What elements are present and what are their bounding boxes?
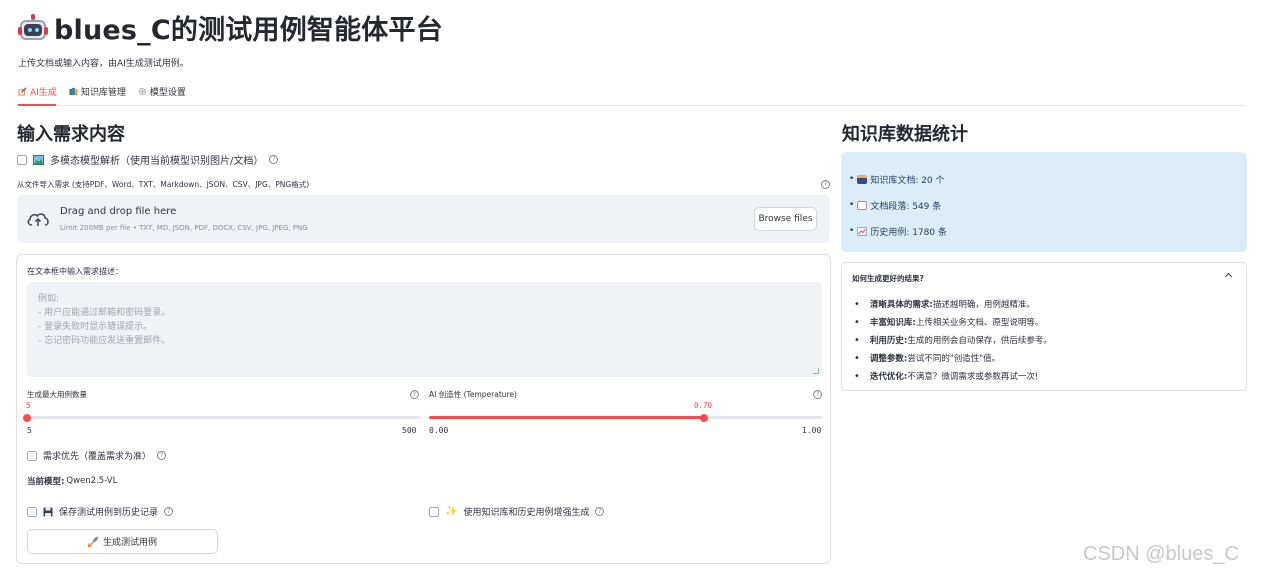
current-model-label: 当前模型: <box>27 477 65 487</box>
max-cases-min: 5 <box>27 426 32 435</box>
list-item: 调整参数: 尝试不同的"创造性"值。 <box>854 349 1052 367</box>
resize-handle[interactable] <box>813 368 819 374</box>
chart-icon <box>857 226 868 236</box>
page-title-bar: blues_C的测试用例智能体平台 <box>18 8 443 47</box>
robot-icon <box>18 13 48 43</box>
books-icon <box>69 87 78 95</box>
priority-checkbox[interactable] <box>27 450 37 461</box>
temperature-slider[interactable] <box>429 413 822 422</box>
multimodal-option[interactable]: 多模态模型解析（使用当前模型识别图片/文档） ? <box>17 152 279 167</box>
list-item: 迭代优化: 不满意？微调需求或参数再试一次! <box>854 367 1052 385</box>
tab-ai-generate[interactable]: AI生成 <box>18 84 57 98</box>
uploader-limit: Limit 200MB per file • TXT, MD, JSON, PD… <box>60 224 308 232</box>
cabinet-icon <box>857 174 868 184</box>
generate-label: 生成测试用例 <box>102 538 157 548</box>
picture-icon <box>33 154 44 165</box>
generate-button[interactable]: 生成测试用例 <box>27 529 218 554</box>
stats-heading: 知识库数据统计 <box>842 124 968 145</box>
temperature-fill <box>429 416 704 419</box>
enhance-checkbox[interactable] <box>429 506 439 517</box>
file-uploader[interactable]: Drag and drop file here Limit 200MB per … <box>17 195 830 243</box>
stats-panel: • 知识库文档: 20 个 • 文档段落: 549 条 • 历史用例: 1780… <box>841 152 1247 252</box>
priority-option[interactable]: 需求优先（覆盖需求为准） ? <box>27 449 167 462</box>
help-icon[interactable]: ? <box>269 155 279 164</box>
list-item: 清晰具体的需求: 描述越明确，用例越精准。 <box>854 295 1052 313</box>
tips-title: 如何生成更好的结果? <box>852 274 924 283</box>
generation-form: 在文本框中输入需求描述： 例如: - 用户应能通过邮箱和密码登录。 - 登录失败… <box>16 254 831 564</box>
chevron-up-icon[interactable] <box>1224 272 1233 281</box>
import-label: 从文件导入需求 (支持PDF、Word、TXT、Markdown、JSON、CS… <box>17 180 310 189</box>
help-icon[interactable]: ? <box>821 180 830 189</box>
placeholder-line: - 忘记密码功能应发送重置邮件。 <box>38 336 171 346</box>
floppy-disk-icon <box>43 507 53 516</box>
save-history-label: 保存测试用例到历史记录 <box>59 508 159 518</box>
stat-paragraphs: • 文档段落: 549 条 <box>849 200 942 212</box>
max-cases-label: 生成最大用例数量 <box>27 390 87 399</box>
stat-text: 历史用例: 1780 条 <box>870 227 947 238</box>
tab-label: 模型设置 <box>149 87 186 98</box>
stat-history: • 历史用例: 1780 条 <box>849 226 947 238</box>
temperature-max: 1.00 <box>802 426 822 435</box>
cloud-upload-icon <box>27 213 49 226</box>
tab-label: 知识库管理 <box>80 87 126 98</box>
multimodal-label: 多模态模型解析（使用当前模型识别图片/文档） <box>50 156 264 167</box>
help-icon[interactable]: ? <box>157 451 167 460</box>
temperature-min: 0.00 <box>429 426 449 435</box>
gear-icon <box>138 87 146 95</box>
current-model-value: Qwen2.5-VL <box>66 476 118 486</box>
help-icon[interactable]: ? <box>164 507 174 516</box>
help-icon[interactable]: ? <box>595 507 605 516</box>
stat-documents: • 知识库文档: 20 个 <box>849 174 945 186</box>
multimodal-checkbox[interactable] <box>17 154 27 165</box>
page-icon <box>857 200 868 210</box>
save-history-option[interactable]: 保存测试用例到历史记录 ? <box>27 505 174 518</box>
tips-list: 清晰具体的需求: 描述越明确，用例越精准。 丰富知识库: 上传相关业务文档、原型… <box>854 295 1052 385</box>
save-history-checkbox[interactable] <box>27 506 37 517</box>
max-cases-max: 500 <box>402 426 417 435</box>
stat-text: 知识库文档: 20 个 <box>870 175 945 186</box>
placeholder-line: 例如: <box>38 294 60 304</box>
watermark: CSDN @blues_C <box>1083 543 1239 565</box>
enhance-option[interactable]: ✨ 使用知识库和历史用例增强生成 ? <box>429 505 605 518</box>
priority-label: 需求优先（覆盖需求为准） <box>43 452 152 462</box>
input-heading: 输入需求内容 <box>17 124 125 145</box>
temperature-label: AI 创造性 (Temperature) <box>429 390 517 399</box>
tab-bar: AI生成 知识库管理 模型设置 <box>18 84 1246 106</box>
page-title: blues_C的测试用例智能体平台 <box>54 15 443 46</box>
placeholder-line: - 用户应能通过邮箱和密码登录。 <box>38 308 171 318</box>
temperature-value: 0.70 <box>694 401 713 410</box>
rocket-icon <box>87 536 99 547</box>
textarea-label: 在文本框中输入需求描述： <box>27 267 123 276</box>
tab-model-settings[interactable]: 模型设置 <box>138 84 186 98</box>
help-icon[interactable]: ? <box>813 390 822 399</box>
requirements-textarea[interactable]: 例如: - 用户应能通过邮箱和密码登录。 - 登录失败时显示错误提示。 - 忘记… <box>27 282 822 377</box>
max-cases-value: 5 <box>26 401 31 410</box>
temperature-thumb[interactable] <box>700 413 708 422</box>
current-model: 当前模型: Qwen2.5-VL <box>27 475 117 487</box>
tab-label: AI生成 <box>30 87 57 98</box>
enhance-label: 使用知识库和历史用例增强生成 <box>463 508 590 518</box>
active-tab-indicator <box>18 104 56 106</box>
sparkles-icon: ✨ <box>445 506 458 517</box>
stat-text: 文档段落: 549 条 <box>870 201 942 212</box>
max-cases-slider[interactable] <box>23 413 420 422</box>
list-item: 丰富知识库: 上传相关业务文档、原型说明等。 <box>854 313 1052 331</box>
list-item: 利用历史: 生成的用例会自动保存，供后续参考。 <box>854 331 1052 349</box>
pencil-icon <box>18 86 27 96</box>
tips-expander[interactable]: 如何生成更好的结果? 清晰具体的需求: 描述越明确，用例越精准。 丰富知识库: … <box>841 262 1247 391</box>
tab-knowledge-base[interactable]: 知识库管理 <box>69 84 126 98</box>
max-cases-thumb[interactable] <box>23 413 31 422</box>
placeholder-line: - 登录失败时显示错误提示。 <box>38 322 153 332</box>
browse-files-button[interactable]: Browse files <box>754 207 817 231</box>
page-subtitle: 上传文档或输入内容，由AI生成测试用例。 <box>18 59 189 69</box>
uploader-title: Drag and drop file here <box>60 206 177 217</box>
help-icon[interactable]: ? <box>410 390 419 399</box>
